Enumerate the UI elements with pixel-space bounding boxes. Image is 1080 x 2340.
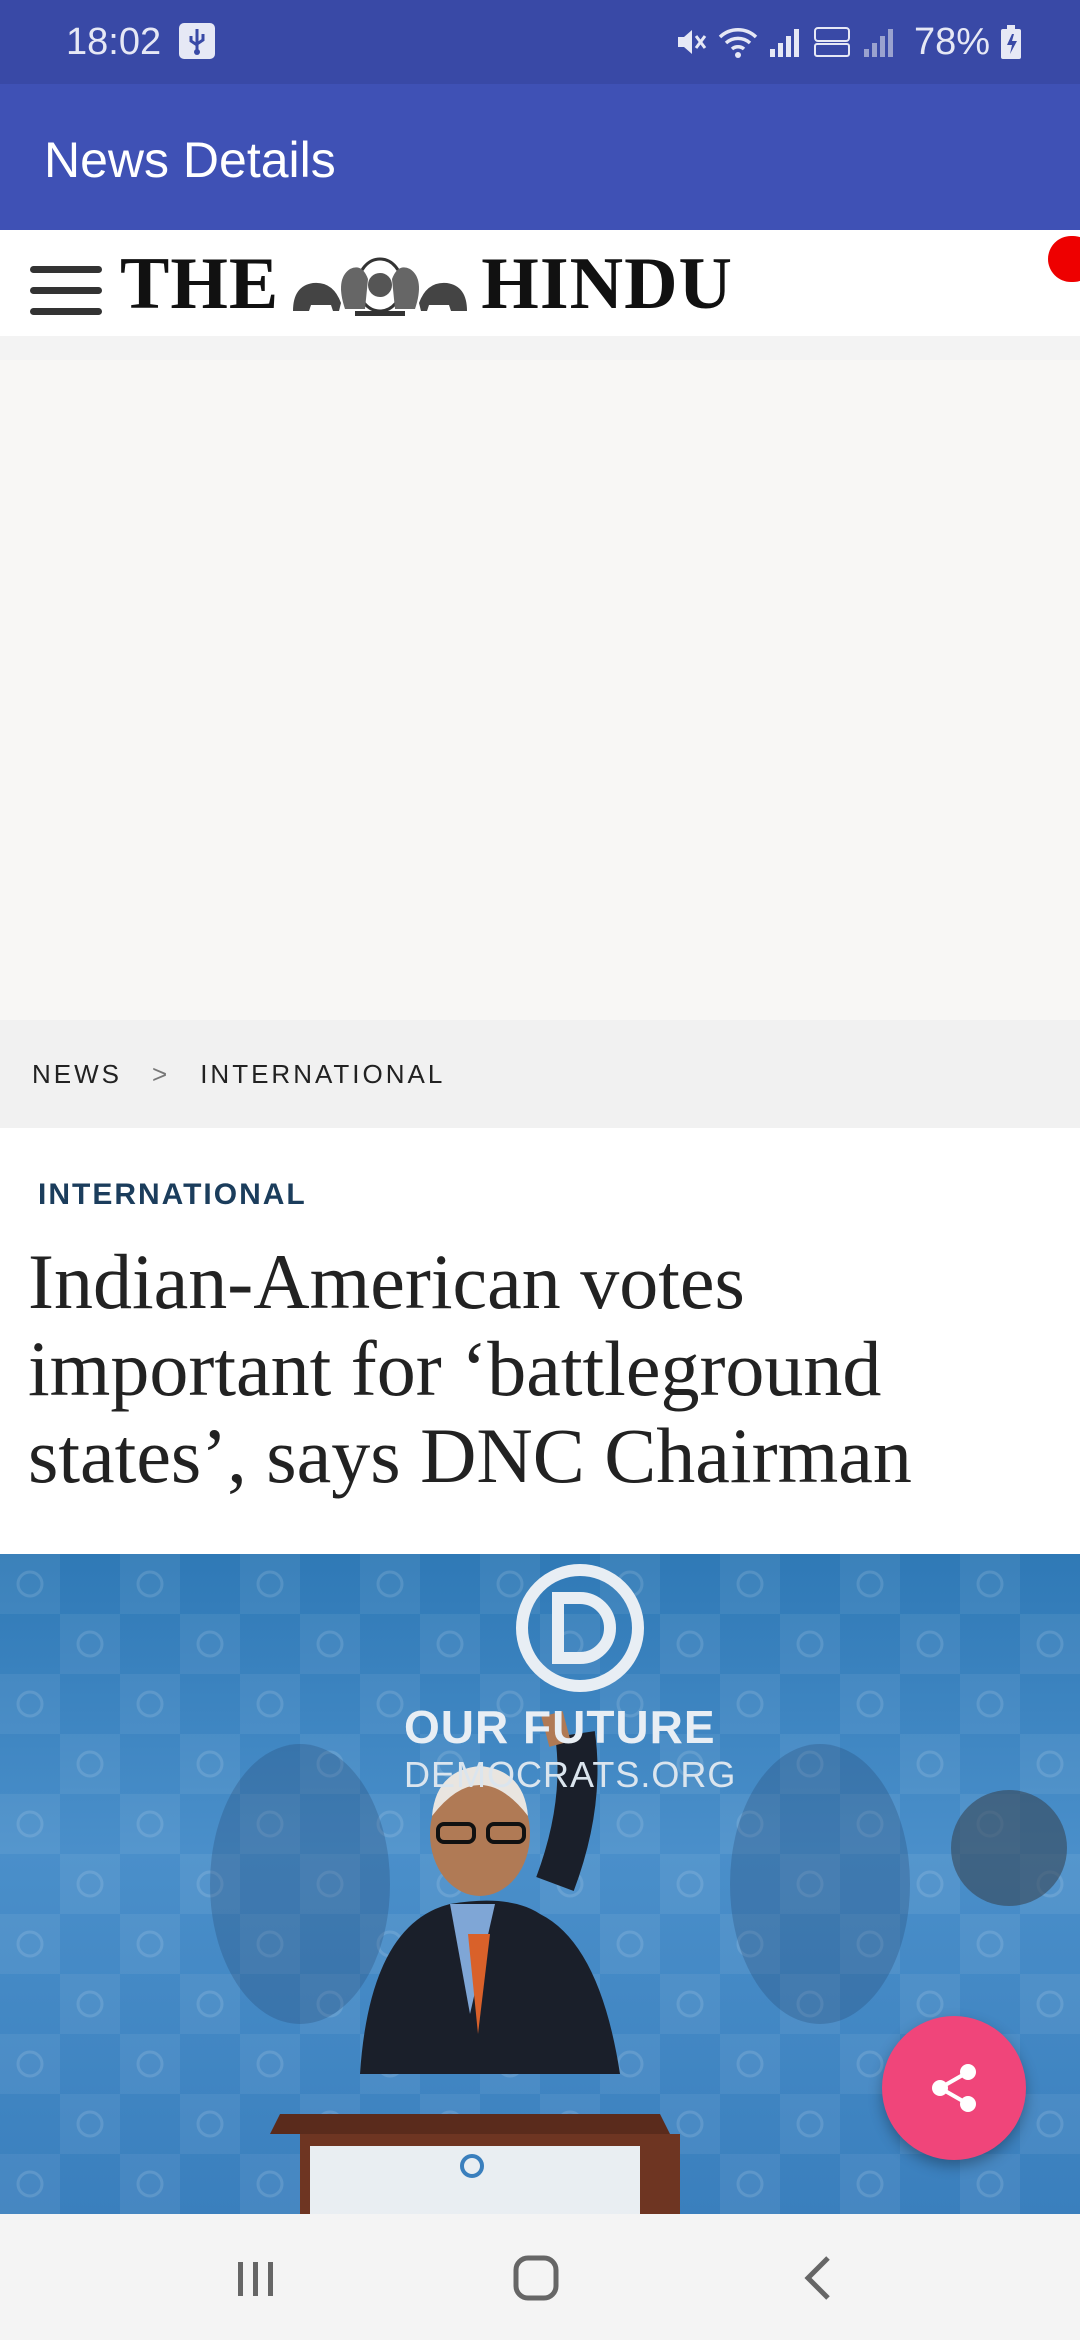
recent-apps-icon[interactable] xyxy=(226,2250,286,2306)
article-headline: Indian-American votes important for ‘bat… xyxy=(28,1238,912,1499)
share-button[interactable] xyxy=(882,2016,1026,2160)
mute-icon xyxy=(677,30,707,54)
breadcrumb-international-link[interactable]: INTERNATIONAL xyxy=(200,1059,445,1090)
signal-icon xyxy=(863,29,893,57)
the-hindu-logo[interactable]: THE HINDU xyxy=(120,242,733,325)
share-icon xyxy=(932,2064,976,2112)
wifi-icon xyxy=(718,28,758,58)
app-bar-title: News Details xyxy=(44,132,336,188)
home-icon[interactable] xyxy=(506,2250,566,2306)
signal-icon xyxy=(769,29,799,57)
ad-divider xyxy=(0,336,1080,360)
breadcrumb-news-link[interactable]: NEWS xyxy=(32,1059,122,1090)
breadcrumb-separator: > xyxy=(152,1058,171,1089)
volte-icon xyxy=(813,27,850,57)
status-time: 18:02 xyxy=(66,21,162,63)
backdrop-text-line2: DEMOCRATS.ORG xyxy=(404,1754,737,1795)
logo-text-right: HINDU xyxy=(481,242,733,325)
ad-placeholder xyxy=(0,360,1080,1020)
site-header: THE HINDU xyxy=(0,230,1080,336)
backdrop-text-line1: OUR FUTURE xyxy=(404,1701,716,1753)
back-icon[interactable] xyxy=(790,2250,850,2306)
system-nav-bar xyxy=(0,2214,1080,2340)
status-bar: 18:02 78% xyxy=(0,0,1080,84)
hamburger-menu-icon[interactable] xyxy=(30,266,102,318)
overlay-handle[interactable] xyxy=(951,1790,1067,1906)
battery-icon xyxy=(1001,25,1021,59)
usb-icon xyxy=(179,23,215,59)
section-label[interactable]: INTERNATIONAL xyxy=(38,1178,307,1212)
app-bar: News Details xyxy=(0,84,1080,230)
breadcrumb: NEWS > INTERNATIONAL xyxy=(0,1020,1080,1128)
battery-percent: 78% xyxy=(913,21,990,63)
logo-text-left: THE xyxy=(120,242,280,325)
emblem-icon xyxy=(293,257,468,316)
